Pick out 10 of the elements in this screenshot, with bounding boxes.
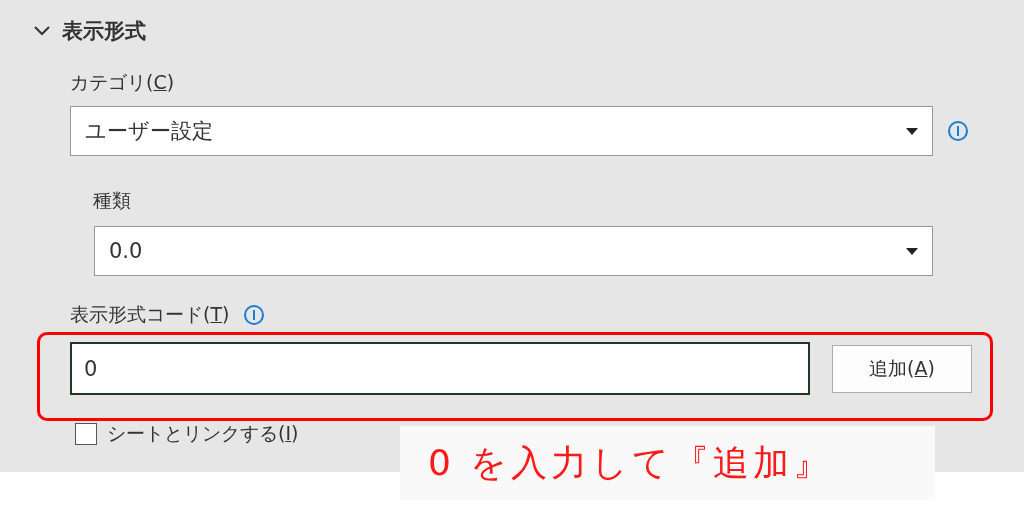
field-label: カテゴリ(C)	[70, 70, 175, 95]
format-code-field[interactable]: 0	[70, 342, 810, 395]
section-title: 表示形式	[62, 18, 146, 45]
checkbox-label: シートとリンクする(I)	[107, 421, 299, 446]
type-dropdown[interactable]: 0.0	[94, 226, 933, 276]
category-dropdown[interactable]: ユーザー設定	[70, 106, 933, 156]
callout-text: 0 を入力して『追加』	[428, 440, 834, 485]
field-label: 種類	[93, 188, 131, 213]
add-button[interactable]: 追加(A)	[832, 344, 972, 393]
field-label: 表示形式コード(T)	[70, 302, 230, 327]
